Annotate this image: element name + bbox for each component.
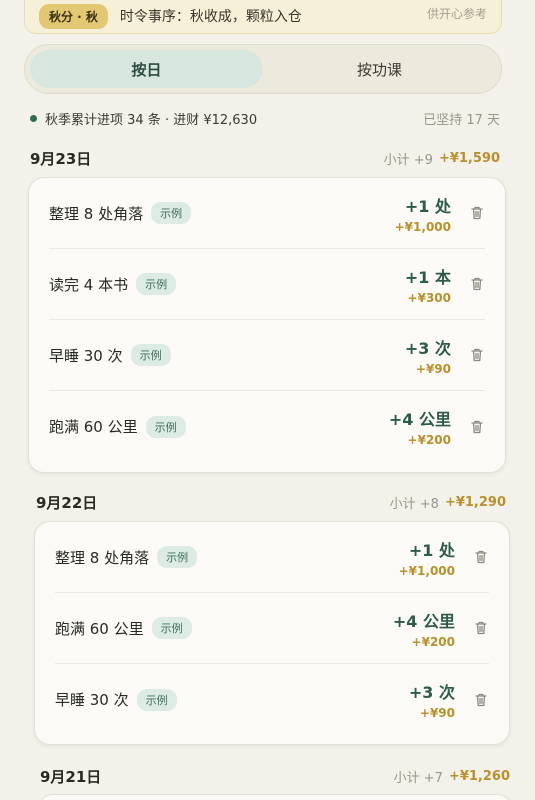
sample-tag: 示例 <box>136 273 177 295</box>
entry-row[interactable]: 跑满 60 公里 示例 +4 公里 +¥200 <box>55 593 489 664</box>
entry-qty: +1 处 <box>404 196 451 216</box>
entry-row[interactable]: 早睡 30 次 示例 +3 次 +¥90 <box>55 664 489 735</box>
entry-amount: +3 次 +¥90 <box>409 679 455 720</box>
entry-cash: +¥1,000 <box>398 563 455 578</box>
sample-tag: 示例 <box>136 688 177 711</box>
entry-row[interactable]: 跑满 60 公里 示例 +4 公里 +¥200 <box>49 391 485 462</box>
season-summary: 秋季累计进项 34 条 · 进财 ¥12,630 已坚持 17 天 <box>30 108 500 128</box>
entry-cash: +¥200 <box>407 433 451 447</box>
day-date: 9月21日 <box>40 768 102 786</box>
entry-qty: +1 处 <box>408 540 455 560</box>
day-card: 整理 8 处角落 示例 +1 处 +¥1,000 读完 4 本书 示例 +1 本… <box>28 177 506 473</box>
entry-name: 跑满 60 公里 <box>49 418 138 436</box>
sample-tag: 示例 <box>151 202 192 224</box>
season-badge: 秋分 · 秋 <box>39 3 108 29</box>
sample-tag: 示例 <box>130 344 171 366</box>
day-money: +¥1,290 <box>444 495 506 510</box>
day-card: 整理 8 处角落 示例 +1 处 +¥1,000 跑满 60 公里 示例 +4 … <box>34 521 510 745</box>
entry-name: 读完 4 本书 <box>49 275 129 294</box>
day-header: 9月23日 小计 +9 +¥1,590 <box>30 148 500 169</box>
summary-text: 秋季累计进项 34 条 · 进财 ¥12,630 <box>45 112 258 128</box>
entry-cash: +¥1,000 <box>394 219 451 234</box>
day-money: +¥1,260 <box>448 769 510 784</box>
day-date: 9月22日 <box>36 494 98 512</box>
day-subtotal: 小计 +9 <box>383 153 433 168</box>
page: 秋分 · 秋 时令事序：秋收成，颗粒入仓 供开心参考 按日 按功课 秋季累计进项… <box>0 0 535 800</box>
entry-amount: +1 本 +¥300 <box>405 264 451 305</box>
season-motto: 时令事序：秋收成，颗粒入仓 <box>119 9 302 25</box>
entry-name: 早睡 30 次 <box>55 691 129 709</box>
entry-cash: +¥90 <box>415 361 451 376</box>
entry-amount: +4 公里 +¥200 <box>389 406 451 447</box>
entry-qty: +1 本 <box>404 267 451 287</box>
tab-by-day[interactable]: 按日 <box>30 50 263 88</box>
trash-icon[interactable] <box>469 419 485 435</box>
entry-qty: +3 次 <box>408 683 455 702</box>
entry-name: 整理 8 处角落 <box>49 204 144 223</box>
entry-amount: +1 处 +¥1,000 <box>399 537 455 578</box>
entry-row[interactable]: 整理 8 处角落 示例 +1 处 +¥1,000 <box>49 178 485 249</box>
entry-cash: +¥300 <box>407 290 451 305</box>
entry-qty: +4 公里 <box>388 410 451 429</box>
entry-qty: +3 次 <box>404 338 451 358</box>
day-header: 9月21日 小计 +7 +¥1,260 <box>40 766 510 787</box>
trash-icon[interactable] <box>473 549 489 565</box>
trash-icon[interactable] <box>469 276 485 292</box>
summary-dot-icon <box>30 114 37 122</box>
entry-amount: +3 次 +¥90 <box>405 335 451 376</box>
trash-icon[interactable] <box>473 620 489 636</box>
day-card <box>38 794 512 800</box>
entry-row[interactable]: 整理 8 处角落 示例 +1 处 +¥1,000 <box>55 522 489 593</box>
entry-name: 跑满 60 公里 <box>55 619 144 638</box>
day-subtotal: 小计 +7 <box>393 771 443 786</box>
entry-cash: +¥90 <box>419 706 455 720</box>
entry-cash: +¥200 <box>411 634 455 649</box>
tab-by-task[interactable]: 按功课 <box>263 50 496 88</box>
entry-amount: +1 处 +¥1,000 <box>395 193 451 234</box>
sample-tag: 示例 <box>157 546 198 568</box>
entry-amount: +4 公里 +¥200 <box>393 608 455 649</box>
day-header: 9月22日 小计 +8 +¥1,290 <box>36 492 506 513</box>
entry-row[interactable]: 早睡 30 次 示例 +3 次 +¥90 <box>49 320 485 391</box>
day-money: +¥1,590 <box>438 151 500 166</box>
entry-qty: +4 公里 <box>392 611 455 631</box>
streak-text: 已坚持 17 天 <box>423 112 500 128</box>
entry-name: 早睡 30 次 <box>49 346 123 365</box>
trash-icon[interactable] <box>473 692 489 708</box>
banner-hint: 供开心参考 <box>426 6 487 21</box>
sample-tag: 示例 <box>151 617 192 639</box>
view-tabs: 按日 按功课 <box>24 44 502 94</box>
day-subtotal: 小计 +8 <box>389 497 439 512</box>
trash-icon[interactable] <box>469 347 485 363</box>
season-banner: 秋分 · 秋 时令事序：秋收成，颗粒入仓 供开心参考 <box>24 0 502 34</box>
sample-tag: 示例 <box>145 415 186 438</box>
trash-icon[interactable] <box>469 205 485 221</box>
entry-row[interactable]: 读完 4 本书 示例 +1 本 +¥300 <box>49 249 485 320</box>
day-date: 9月23日 <box>30 150 92 168</box>
entry-name: 整理 8 处角落 <box>55 548 150 567</box>
